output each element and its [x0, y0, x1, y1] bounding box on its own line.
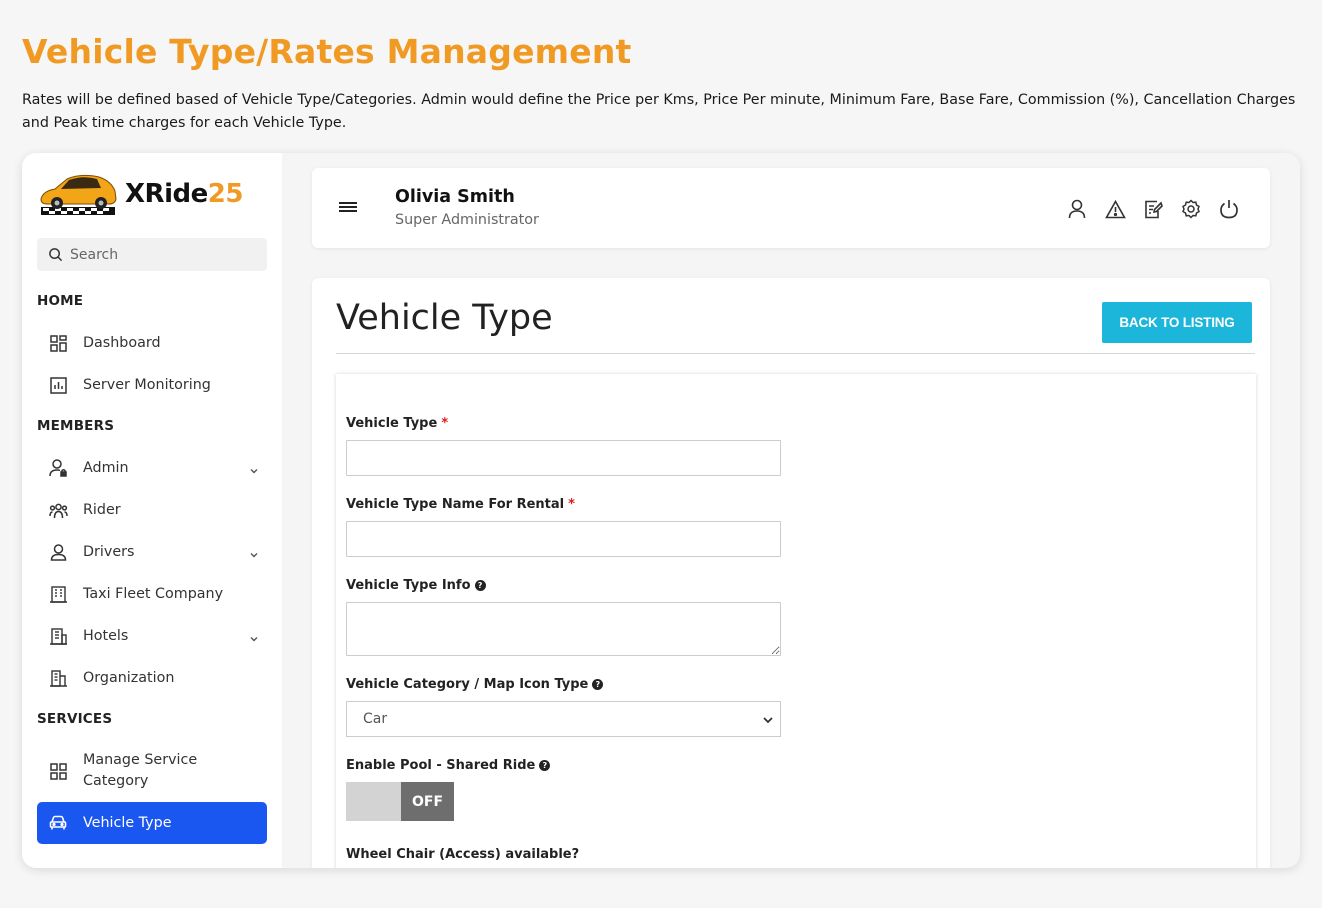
vehicle-category-value: Car: [363, 711, 388, 727]
search-placeholder: Search: [70, 246, 119, 263]
sidebar-item-label: Drivers: [83, 543, 135, 560]
vehicle-info-textarea[interactable]: [346, 602, 781, 656]
vehicle-type-label-text: Vehicle Type: [346, 416, 438, 431]
top-header: Olivia Smith Super Administrator: [312, 168, 1270, 248]
sidebar-item-taxi-fleet-company[interactable]: Taxi Fleet Company: [37, 573, 267, 615]
page-heading: Vehicle Type/Rates Management: [22, 32, 632, 71]
search-icon: [49, 248, 63, 262]
sidebar-item-label: Manage Service Category: [83, 752, 198, 789]
rental-name-label: Vehicle Type Name For Rental *: [346, 497, 575, 512]
section-services: SERVICES: [37, 711, 113, 727]
user-icon[interactable]: [1066, 198, 1088, 220]
grid-icon: [48, 761, 68, 781]
group-icon: [48, 500, 68, 520]
vehicle-info-label-text: Vehicle Type Info: [346, 578, 471, 593]
sidebar-item-label: Admin: [83, 459, 129, 476]
wheelchair-label-text: Wheel Chair (Access) available?: [346, 847, 580, 862]
user-role: Super Administrator: [395, 212, 539, 228]
sidebar-item-label: Hotels: [83, 627, 129, 644]
sidebar-item-label: Vehicle Type: [83, 814, 172, 831]
help-icon[interactable]: ?: [539, 760, 551, 771]
enable-pool-label: Enable Pool - Shared Ride?: [346, 758, 551, 773]
logo-text: XRide25: [125, 179, 243, 209]
section-home: HOME: [37, 293, 84, 309]
page-description: Rates will be defined based of Vehicle T…: [22, 92, 1296, 131]
logo[interactable]: XRide25: [37, 171, 243, 217]
help-icon[interactable]: ?: [474, 580, 486, 591]
sidebar-item-label: Dashboard: [83, 334, 161, 351]
main-card: Vehicle Type BACK TO LISTING Vehicle Typ…: [312, 278, 1270, 868]
required-marker: *: [568, 497, 575, 512]
vehicle-category-label-text: Vehicle Category / Map Icon Type: [346, 677, 589, 692]
header-actions: [1066, 198, 1240, 220]
chevron-down-icon: [249, 545, 259, 564]
car-icon: [48, 813, 68, 833]
required-marker: *: [441, 416, 449, 431]
vehicle-category-label: Vehicle Category / Map Icon Type?: [346, 677, 604, 692]
gear-icon[interactable]: [1180, 198, 1202, 220]
back-to-listing-button[interactable]: BACK TO LISTING: [1102, 302, 1252, 343]
toggle-state: OFF: [401, 782, 454, 821]
title-divider: [336, 353, 1255, 354]
organization-icon: [48, 668, 68, 688]
logo-name: XRide: [125, 179, 208, 209]
user-icon: [48, 542, 68, 562]
help-icon[interactable]: ?: [592, 679, 604, 690]
vehicle-type-input[interactable]: [346, 440, 781, 476]
chevron-down-icon: [249, 629, 259, 648]
sidebar-item-drivers[interactable]: Drivers: [37, 531, 267, 573]
building-icon: [48, 584, 68, 604]
sidebar-item-label: Rider: [83, 501, 121, 518]
vehicle-type-label: Vehicle Type *: [346, 416, 448, 431]
sidebar-item-server-monitoring[interactable]: Server Monitoring: [37, 364, 267, 406]
menu-icon[interactable]: [339, 199, 357, 218]
vehicle-type-form: Vehicle Type * Vehicle Type Name For Rent…: [336, 374, 1256, 868]
sidebar-item-label: Organization: [83, 669, 175, 686]
toggle-track: [346, 782, 401, 821]
sidebar-item-rider[interactable]: Rider: [37, 489, 267, 531]
rental-name-label-text: Vehicle Type Name For Rental: [346, 497, 565, 512]
warning-icon[interactable]: [1104, 198, 1126, 220]
chart-icon: [48, 375, 68, 395]
admin-user-icon: [48, 458, 68, 478]
sidebar-item-vehicle-type[interactable]: Vehicle Type: [37, 802, 267, 844]
section-members: MEMBERS: [37, 418, 115, 434]
sidebar-item-admin[interactable]: Admin: [37, 447, 267, 489]
chevron-down-icon: [249, 461, 259, 480]
power-icon[interactable]: [1218, 198, 1240, 220]
hotel-icon: [48, 626, 68, 646]
car-logo-icon: [40, 174, 117, 215]
rental-name-input[interactable]: [346, 521, 781, 557]
wheelchair-label: Wheel Chair (Access) available?: [346, 847, 579, 862]
page-title: Vehicle Type: [336, 298, 553, 338]
logo-number: 25: [207, 179, 244, 209]
edit-icon[interactable]: [1142, 198, 1164, 220]
sidebar-item-dashboard[interactable]: Dashboard: [37, 322, 267, 364]
vehicle-info-label: Vehicle Type Info?: [346, 578, 486, 593]
vehicle-category-select[interactable]: Car: [346, 701, 781, 737]
app-frame: XRide25 Search HOME Dashboard Server Mon…: [22, 153, 1300, 868]
sidebar-item-organization[interactable]: Organization: [37, 657, 267, 699]
enable-pool-toggle[interactable]: OFF: [346, 782, 454, 821]
sidebar-item-hotels[interactable]: Hotels: [37, 615, 267, 657]
user-name: Olivia Smith: [395, 187, 515, 207]
sidebar-item-label: Taxi Fleet Company: [83, 585, 224, 602]
sidebar-item-label: Server Monitoring: [83, 376, 211, 393]
chevron-down-icon: [762, 714, 774, 730]
dashboard-icon: [48, 333, 68, 353]
sidebar: XRide25 Search HOME Dashboard Server Mon…: [22, 153, 282, 868]
enable-pool-label-text: Enable Pool - Shared Ride: [346, 758, 536, 773]
sidebar-item-manage-service-category[interactable]: Manage Service Category: [37, 743, 267, 799]
search-input[interactable]: Search: [37, 238, 267, 271]
